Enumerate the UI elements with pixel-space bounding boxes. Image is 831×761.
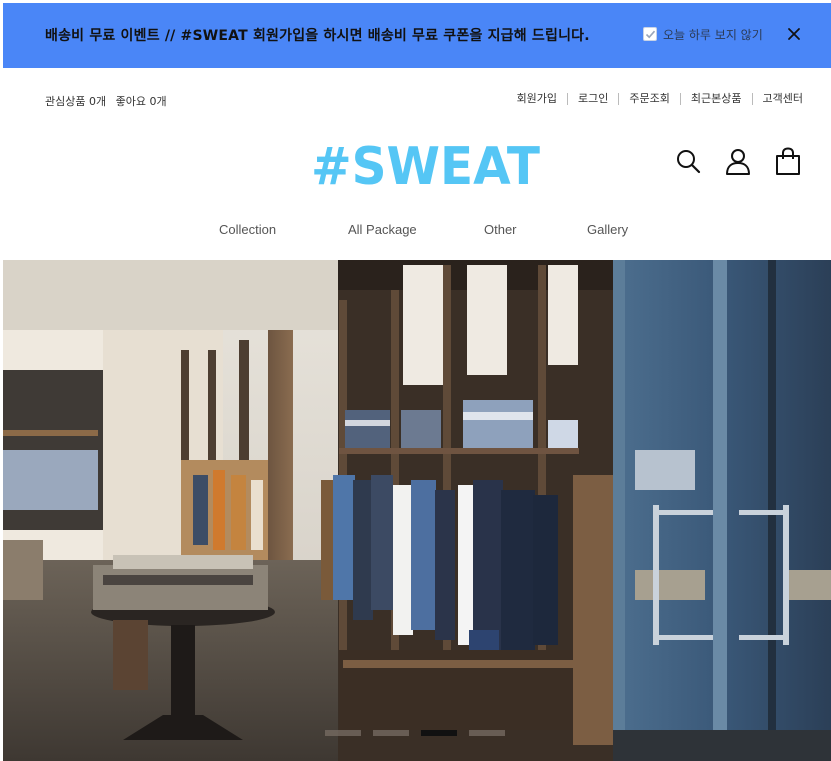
likes-count-link[interactable]: 좋아요 0개: [116, 95, 167, 108]
hide-today-label[interactable]: 오늘 하루 보지 않기: [663, 26, 763, 43]
utility-links: 회원가입 로그인 주문조회 최근본상품 고객센터: [507, 93, 803, 105]
nav-collection[interactable]: Collection: [219, 222, 276, 237]
hero-slider[interactable]: [3, 260, 831, 761]
slider-dot[interactable]: [469, 730, 505, 736]
signup-link[interactable]: 회원가입: [507, 93, 567, 105]
promo-banner: 배송비 무료 이벤트 // #SWEAT 회원가입을 하시면 배송비 무료 쿠폰…: [3, 3, 831, 68]
wishlist-count-link[interactable]: 관심상품 0개: [45, 95, 106, 108]
site-logo[interactable]: #SWEAT: [311, 137, 541, 197]
customer-center-link[interactable]: 고객센터: [751, 93, 803, 105]
hero-image: [3, 260, 831, 761]
page-frame: 배송비 무료 이벤트 // #SWEAT 회원가입을 하시면 배송비 무료 쿠폰…: [3, 3, 831, 761]
logo-text: #SWEAT: [311, 138, 540, 188]
nav-gallery[interactable]: Gallery: [587, 222, 628, 237]
shopping-bag-icon[interactable]: [774, 147, 802, 177]
slider-dot[interactable]: [325, 730, 361, 736]
login-link[interactable]: 로그인: [567, 93, 618, 105]
search-icon[interactable]: [674, 147, 702, 177]
user-icon[interactable]: [724, 147, 752, 177]
nav-other[interactable]: Other: [484, 222, 517, 237]
recently-viewed-link[interactable]: 최근본상품: [679, 93, 752, 105]
hide-today-checkbox[interactable]: [643, 27, 657, 41]
check-icon: [645, 30, 656, 39]
close-icon[interactable]: [785, 25, 803, 43]
slider-dot-active[interactable]: [421, 730, 457, 736]
utility-left: 관심상품 0개 좋아요 0개: [45, 93, 173, 109]
nav-all-package[interactable]: All Package: [348, 222, 417, 237]
order-lookup-link[interactable]: 주문조회: [618, 93, 679, 105]
promo-text: 배송비 무료 이벤트 // #SWEAT 회원가입을 하시면 배송비 무료 쿠폰…: [45, 28, 590, 44]
slider-dot[interactable]: [373, 730, 409, 736]
slider-dots: [325, 730, 505, 736]
